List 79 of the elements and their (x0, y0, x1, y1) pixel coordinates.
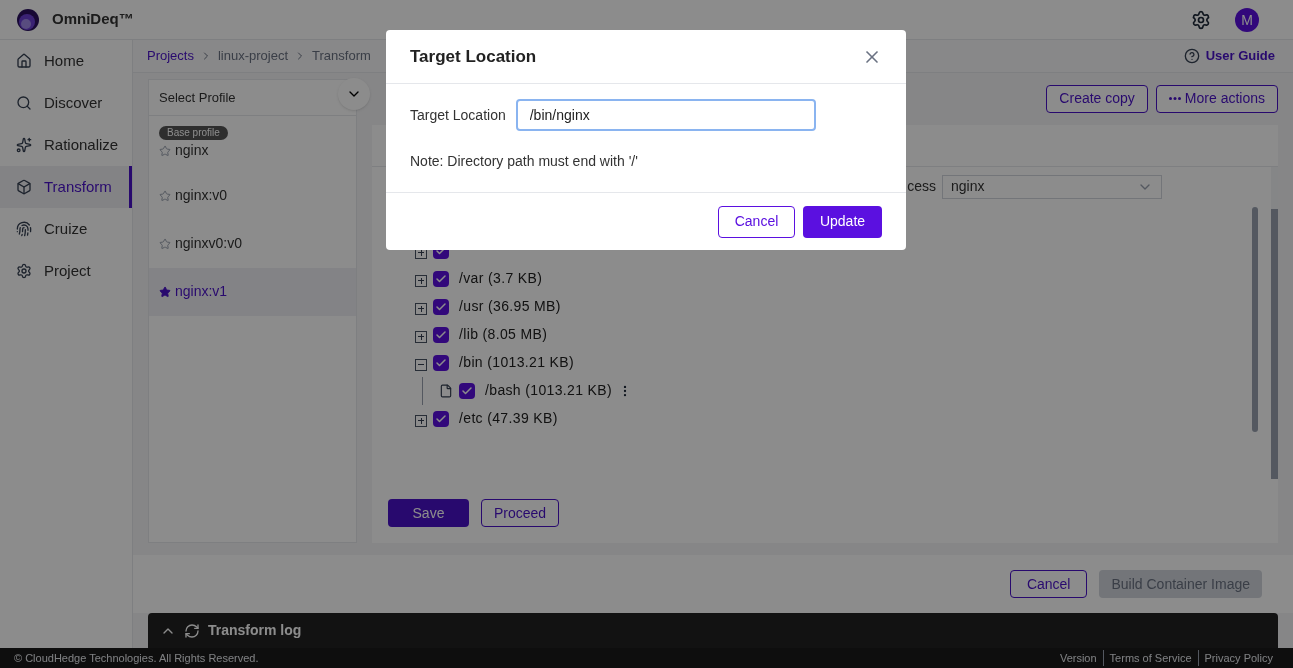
panel-title: Select Profile (159, 88, 236, 107)
check-icon (435, 300, 447, 313)
home-icon (16, 53, 32, 69)
more-actions-button[interactable]: More actions (1155, 84, 1278, 113)
sidebar-item[interactable]: Discover (0, 82, 132, 124)
base-profile-badge: Base profile (159, 126, 228, 141)
checkbox[interactable] (433, 410, 449, 427)
sidebar-item[interactable]: Cruize (0, 208, 132, 250)
proceed-button[interactable]: Proceed (481, 499, 560, 528)
field-label: cess (907, 177, 936, 197)
expand-toggle[interactable] (415, 330, 427, 343)
field-label: Target Location (410, 105, 506, 125)
magnifier-icon (16, 95, 32, 111)
scrollbar[interactable] (1271, 208, 1278, 479)
gear-icon (16, 263, 32, 279)
help-icon (1183, 47, 1200, 64)
target-location-field[interactable]: /bin/nginx (515, 99, 816, 131)
user-avatar[interactable]: M (1235, 7, 1259, 32)
breadcrumb-link[interactable]: linux-project (217, 46, 289, 66)
app-name: OmniDeq™ (52, 9, 134, 30)
footer-link[interactable]: Terms of Service (1102, 649, 1198, 667)
tree-item-label: /lib (8.05 MB) (459, 325, 548, 345)
tree-item-label: /var (3.7 KB) (459, 269, 543, 289)
logo-icon (16, 7, 40, 32)
update-button[interactable]: Update (803, 205, 882, 238)
profile-item[interactable]: nginx:v1 (149, 267, 356, 316)
tree-item-label: /etc (47.39 KB) (459, 409, 558, 429)
sparkles-icon (16, 137, 32, 153)
sidebar-item[interactable]: Rationalize (0, 124, 132, 166)
checkbox[interactable] (433, 354, 449, 371)
create-copy-button[interactable]: Create copy (1046, 84, 1148, 113)
check-icon (435, 412, 447, 425)
checkbox[interactable] (433, 298, 449, 315)
tree-item-label: /bash (1013.21 KB) (485, 381, 612, 401)
cancel-button[interactable]: Cancel (718, 205, 795, 238)
breadcrumb-link[interactable]: Transform (312, 46, 371, 66)
tree-item-label: /usr (36.95 MB) (459, 297, 561, 317)
cancel-button[interactable]: Cancel (1009, 570, 1088, 599)
tree-item-label: /bin (1013.21 KB) (459, 353, 574, 373)
checkbox[interactable] (459, 382, 475, 399)
profile-item[interactable]: nginx:v0 (149, 171, 356, 220)
user-guide-link[interactable]: User Guide (1205, 46, 1275, 66)
footer-link[interactable]: Version (1053, 649, 1103, 667)
sidebar-item[interactable]: Project (0, 250, 132, 292)
dots-icon (1168, 97, 1181, 101)
sidebar-item[interactable]: Transform (0, 166, 132, 208)
process-select[interactable]: nginx (942, 174, 1162, 199)
star-icon[interactable] (159, 237, 171, 250)
scrollbar[interactable] (1252, 206, 1258, 432)
settings-icon[interactable] (1191, 9, 1211, 30)
expand-toggle[interactable] (415, 302, 427, 315)
profile-item[interactable]: nginxv0:v0 (149, 219, 356, 268)
save-button[interactable]: Save (388, 499, 469, 528)
log-title: Transform log (208, 621, 302, 641)
refresh-icon (184, 622, 200, 639)
checkbox[interactable] (433, 326, 449, 343)
dropdown-button[interactable] (338, 77, 370, 110)
checkbox[interactable] (433, 270, 449, 287)
file-icon (439, 383, 453, 398)
cube-icon (16, 179, 32, 195)
breadcrumb-link[interactable]: Projects (147, 46, 194, 66)
expand-toggle[interactable] (415, 414, 427, 427)
expand-toggle[interactable] (415, 274, 427, 287)
note-text: Note: Directory path must end with '/' (410, 152, 639, 171)
check-icon (435, 328, 447, 341)
check-icon (435, 272, 447, 285)
log-bar[interactable]: Transform log (148, 613, 1278, 648)
footer-link[interactable]: Privacy Policy (1197, 649, 1279, 667)
star-icon[interactable] (159, 285, 171, 298)
star-icon[interactable] (159, 189, 171, 202)
check-icon (461, 384, 473, 397)
dialog-title: Target Location (410, 45, 538, 68)
star-icon[interactable] (159, 144, 171, 157)
copyright-text: © CloudHedge Technologies. All Rights Reserved. (14, 650, 259, 666)
sidebar-item[interactable]: Home (0, 40, 132, 82)
check-icon (435, 356, 447, 369)
fingerprint-icon (16, 221, 32, 237)
collapse-toggle[interactable] (415, 358, 427, 371)
profile-item[interactable]: Base profile nginx (149, 115, 356, 172)
